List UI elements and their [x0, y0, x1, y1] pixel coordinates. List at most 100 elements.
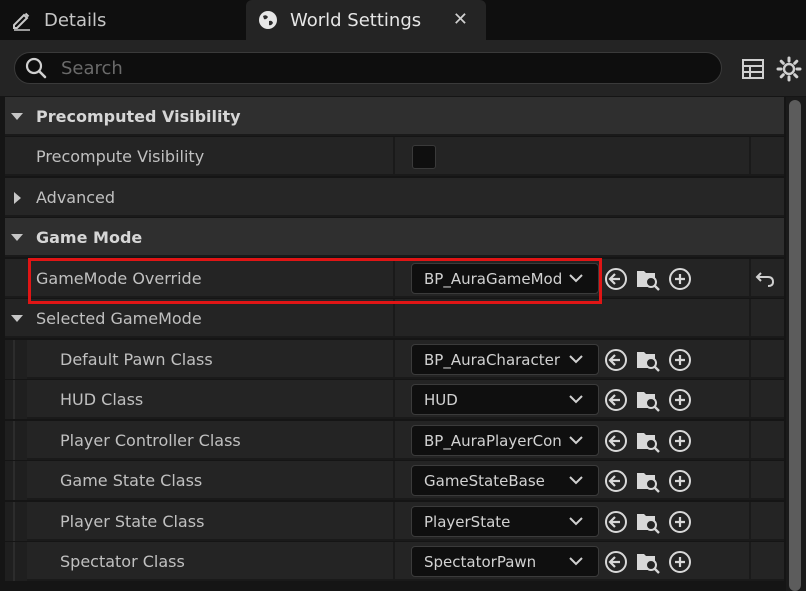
property-row: Default Pawn Class BP_AuraCharacter: [5, 340, 784, 379]
add-icon[interactable]: [667, 549, 693, 575]
indent-guide-line: [13, 340, 15, 379]
combo-value: PlayerState: [424, 512, 511, 531]
property-label: HUD Class: [60, 390, 144, 409]
column-divider: [749, 461, 751, 500]
use-selected-icon[interactable]: [603, 468, 629, 494]
use-selected-icon[interactable]: [603, 428, 629, 454]
property-label: Player State Class: [60, 512, 205, 531]
indent-guide: [5, 340, 27, 379]
category-game-mode[interactable]: Game Mode: [5, 218, 784, 257]
column-divider: [749, 137, 751, 176]
expanded-arrow-icon: [9, 218, 25, 257]
asset-actions: [603, 265, 699, 293]
tab-world-settings-label: World Settings: [290, 9, 422, 31]
category-precomputed-visibility[interactable]: Precomputed Visibility: [5, 97, 784, 136]
use-selected-icon[interactable]: [603, 509, 629, 535]
add-icon[interactable]: [667, 509, 693, 535]
indent-guide-line: [13, 542, 15, 581]
pencil-icon: [10, 8, 34, 32]
category-label: Selected GameMode: [36, 309, 202, 328]
search-input[interactable]: [59, 56, 663, 80]
reset-to-default-icon[interactable]: [753, 267, 777, 291]
property-label: Game State Class: [60, 471, 203, 490]
browse-folder-icon[interactable]: [635, 428, 661, 454]
indent-guide-line: [13, 421, 15, 460]
use-selected-icon[interactable]: [603, 387, 629, 413]
property-row: Game State Class GameStateBase: [5, 461, 784, 500]
use-selected-icon[interactable]: [603, 549, 629, 575]
add-icon[interactable]: [667, 266, 693, 292]
combo-value: GameStateBase: [424, 471, 545, 490]
tab-details[interactable]: Details: [0, 0, 240, 40]
browse-folder-icon[interactable]: [635, 266, 661, 292]
column-divider: [393, 259, 395, 298]
property-row: Player State Class PlayerState: [5, 502, 784, 541]
category-label: Game Mode: [36, 228, 143, 247]
combo-value: HUD: [424, 390, 458, 409]
class-combo[interactable]: BP_AuraPlayerCon: [411, 425, 599, 456]
add-icon[interactable]: [667, 387, 693, 413]
property-label: Default Pawn Class: [60, 350, 213, 369]
chevron-down-icon: [569, 355, 583, 364]
use-selected-icon[interactable]: [603, 266, 629, 292]
close-icon[interactable]: ✕: [453, 9, 468, 30]
class-combo[interactable]: BP_AuraCharacter: [411, 344, 599, 375]
asset-actions: [603, 346, 699, 374]
expanded-arrow-icon: [9, 299, 25, 338]
browse-folder-icon[interactable]: [635, 347, 661, 373]
column-divider: [393, 137, 395, 176]
scrollbar-thumb[interactable]: [789, 100, 801, 591]
property-label: Player Controller Class: [60, 431, 241, 450]
asset-actions: [603, 386, 699, 414]
property-row-gamemode-override: GameMode Override BP_AuraGameMod: [5, 259, 784, 298]
column-divider: [393, 340, 395, 379]
browse-folder-icon[interactable]: [635, 387, 661, 413]
column-divider: [749, 299, 751, 338]
column-divider: [393, 380, 395, 419]
combo-value: SpectatorPawn: [424, 552, 537, 571]
class-combo[interactable]: GameStateBase: [411, 465, 599, 496]
category-selected-gamemode[interactable]: Selected GameMode: [5, 299, 784, 338]
indent-guide-line: [13, 380, 15, 419]
column-divider: [393, 542, 395, 581]
search-bar-row: [0, 40, 806, 96]
expanded-arrow-icon: [9, 97, 25, 136]
indent-guide: [5, 542, 27, 581]
class-combo[interactable]: SpectatorPawn: [411, 546, 599, 577]
globe-icon: [256, 8, 280, 32]
precompute-visibility-checkbox[interactable]: [412, 145, 436, 169]
property-label: Spectator Class: [60, 552, 185, 571]
column-divider: [749, 542, 751, 581]
advanced-label: Advanced: [36, 188, 116, 207]
gamemode-override-combo[interactable]: BP_AuraGameMod: [411, 263, 599, 294]
property-row-precompute-visibility: Precompute Visibility: [5, 137, 784, 176]
browse-folder-icon[interactable]: [635, 468, 661, 494]
table-icon[interactable]: [740, 56, 766, 82]
browse-folder-icon[interactable]: [635, 549, 661, 575]
tab-details-label: Details: [44, 9, 107, 31]
search-box[interactable]: [14, 52, 722, 84]
tab-world-settings[interactable]: World Settings ✕: [246, 0, 486, 40]
chevron-down-icon: [569, 436, 583, 445]
property-label: Precompute Visibility: [36, 147, 205, 166]
indent-guide-line: [13, 502, 15, 541]
add-icon[interactable]: [667, 468, 693, 494]
column-divider: [749, 380, 751, 419]
asset-actions: [603, 508, 699, 536]
chevron-down-icon: [569, 517, 583, 526]
asset-actions: [603, 427, 699, 455]
add-icon[interactable]: [667, 428, 693, 454]
class-combo[interactable]: PlayerState: [411, 506, 599, 537]
column-divider: [393, 502, 395, 541]
property-label: GameMode Override: [36, 269, 202, 288]
browse-folder-icon[interactable]: [635, 509, 661, 535]
class-combo[interactable]: HUD: [411, 384, 599, 415]
use-selected-icon[interactable]: [603, 347, 629, 373]
add-icon[interactable]: [667, 347, 693, 373]
gear-icon[interactable]: [776, 56, 802, 82]
category-advanced[interactable]: Advanced: [5, 178, 784, 217]
column-divider: [393, 299, 395, 338]
chevron-down-icon: [569, 274, 583, 283]
chevron-down-icon: [569, 476, 583, 485]
property-row: Player Controller Class BP_AuraPlayerCon: [5, 421, 784, 460]
